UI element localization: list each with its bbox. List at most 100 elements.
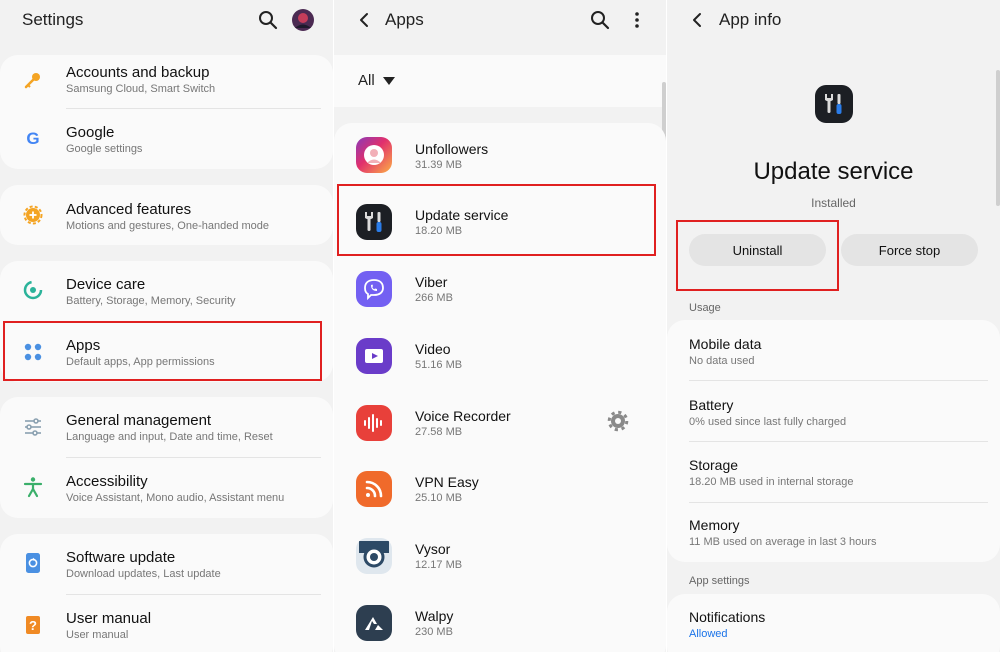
app-item-vpn-easy[interactable]: VPN Easy 25.10 MB <box>334 456 666 523</box>
settings-item-user-manual[interactable]: ? User manual User manual <box>0 595 333 652</box>
settings-panel: Settings Accounts and backup Samsung Clo… <box>0 0 333 652</box>
settings-card-general: General management Language and input, D… <box>0 397 333 518</box>
settings-item-accessibility[interactable]: Accessibility Voice Assistant, Mono audi… <box>0 458 333 518</box>
item-subtitle: Motions and gestures, One-handed mode <box>66 220 270 232</box>
vysor-icon <box>356 538 392 574</box>
app-item-walpy[interactable]: Walpy 230 MB <box>334 590 666 652</box>
scrollbar[interactable] <box>996 70 1000 206</box>
video-icon <box>356 338 392 374</box>
item-subtitle: 11 MB used on average in last 3 hours <box>689 536 877 548</box>
usage-card: Mobile data No data used Battery 0% used… <box>667 320 1000 562</box>
vpn-easy-icon <box>356 471 392 507</box>
settings-card-accounts: Accounts and backup Samsung Cloud, Smart… <box>0 55 333 169</box>
app-item-voice-recorder[interactable]: Voice Recorder 27.58 MB <box>334 390 666 456</box>
notifications-status: Allowed <box>689 628 728 640</box>
settings-item-google[interactable]: G Google Google settings <box>0 112 333 169</box>
item-title: Memory <box>689 517 740 533</box>
software-update-icon <box>22 552 44 574</box>
more-options-icon[interactable] <box>625 8 649 32</box>
back-arrow-icon[interactable] <box>352 8 376 32</box>
force-stop-button[interactable]: Force stop <box>841 234 978 266</box>
usage-item-memory[interactable]: Memory 11 MB used on average in last 3 h… <box>667 503 1000 562</box>
settings-item-general-management[interactable]: General management Language and input, D… <box>0 397 333 457</box>
app-name: Vysor <box>415 541 451 557</box>
app-name: Voice Recorder <box>415 408 511 424</box>
item-subtitle: Language and input, Date and time, Reset <box>66 431 273 443</box>
item-subtitle: Google settings <box>66 143 143 155</box>
item-title: Software update <box>66 549 176 566</box>
settings-card-advanced: Advanced features Motions and gestures, … <box>0 185 333 245</box>
filter-dropdown[interactable]: All <box>358 72 395 89</box>
svg-text:G: G <box>26 129 39 147</box>
item-subtitle: 0% used since last fully charged <box>689 416 847 428</box>
highlight-box-uninstall <box>676 220 839 291</box>
google-icon: G <box>22 127 44 149</box>
unfollowers-icon <box>356 137 392 173</box>
app-size: 12.17 MB <box>415 559 463 571</box>
viber-icon <box>356 271 392 307</box>
install-status: Installed <box>811 196 856 210</box>
settings-item-software-update[interactable]: Software update Download updates, Last u… <box>0 534 333 594</box>
item-title: Accessibility <box>66 473 148 490</box>
app-name: Viber <box>415 274 448 290</box>
highlight-box-apps <box>3 321 322 381</box>
page-title: Apps <box>385 10 424 29</box>
app-name: Update service <box>753 158 914 185</box>
settings-item-advanced-features[interactable]: Advanced features Motions and gestures, … <box>0 185 333 245</box>
usage-item-battery[interactable]: Battery 0% used since last fully charged <box>667 381 1000 441</box>
highlight-box-update-service <box>337 184 656 256</box>
page-title: App info <box>719 10 782 29</box>
chevron-down-icon <box>382 76 395 85</box>
settings-item-accounts-and-backup[interactable]: Accounts and backup Samsung Cloud, Smart… <box>0 55 333 112</box>
sliders-icon <box>22 416 44 438</box>
apps-topbar: Apps <box>334 0 666 40</box>
app-item-video[interactable]: Video 51.16 MB <box>334 323 666 390</box>
app-name: VPN Easy <box>415 474 479 490</box>
voice-recorder-icon <box>356 405 392 441</box>
apps-panel: Apps All Unfollowers 31.39 MB Update ser… <box>334 0 666 652</box>
app-item-unfollowers[interactable]: Unfollowers 31.39 MB <box>334 123 666 189</box>
app-info-topbar: App info <box>667 0 1000 40</box>
item-subtitle: Battery, Storage, Memory, Security <box>66 295 236 307</box>
app-size: 25.10 MB <box>415 492 463 504</box>
filter-label: All <box>358 72 375 89</box>
walpy-icon <box>356 605 392 641</box>
update-service-icon <box>815 85 853 123</box>
item-subtitle: No data used <box>689 355 755 367</box>
usage-item-storage[interactable]: Storage 18.20 MB used in internal storag… <box>667 442 1000 502</box>
item-subtitle: Download updates, Last update <box>66 568 221 580</box>
app-item-vysor[interactable]: Vysor 12.17 MB <box>334 523 666 590</box>
item-title: General management <box>66 412 212 429</box>
section-header-usage: Usage <box>689 302 721 314</box>
svg-text:?: ? <box>29 618 37 633</box>
item-title: Battery <box>689 397 734 413</box>
app-name: Unfollowers <box>415 141 489 157</box>
app-size: 27.58 MB <box>415 426 463 438</box>
settings-topbar: Settings <box>0 0 333 40</box>
divider <box>66 108 321 109</box>
app-item-viber[interactable]: Viber 266 MB <box>334 256 666 323</box>
device-care-icon <box>22 279 44 301</box>
gear-plus-icon <box>22 204 44 226</box>
settings-card-software: Software update Download updates, Last u… <box>0 534 333 652</box>
usage-item-mobile-data[interactable]: Mobile data No data used <box>667 320 1000 380</box>
settings-item-device-care[interactable]: Device care Battery, Storage, Memory, Se… <box>0 261 333 321</box>
item-title: Google <box>66 124 115 141</box>
gear-icon[interactable] <box>607 410 629 432</box>
settings-item-notifications[interactable]: Notifications Allowed <box>667 594 1000 652</box>
app-size: 266 MB <box>415 292 453 304</box>
key-icon <box>22 69 44 91</box>
search-icon[interactable] <box>256 8 280 32</box>
app-info-panel: App info Update service Installed Uninst… <box>667 0 1000 652</box>
avatar[interactable] <box>291 8 315 32</box>
item-title: Storage <box>689 457 739 473</box>
search-icon[interactable] <box>588 8 612 32</box>
item-title: User manual <box>66 610 152 627</box>
back-arrow-icon[interactable] <box>685 8 709 32</box>
item-subtitle: User manual <box>66 629 129 641</box>
item-subtitle: 18.20 MB used in internal storage <box>689 476 854 488</box>
app-name: Video <box>415 341 451 357</box>
app-size: 230 MB <box>415 626 453 638</box>
item-title: Advanced features <box>66 201 192 218</box>
item-title: Accounts and backup <box>66 64 210 81</box>
